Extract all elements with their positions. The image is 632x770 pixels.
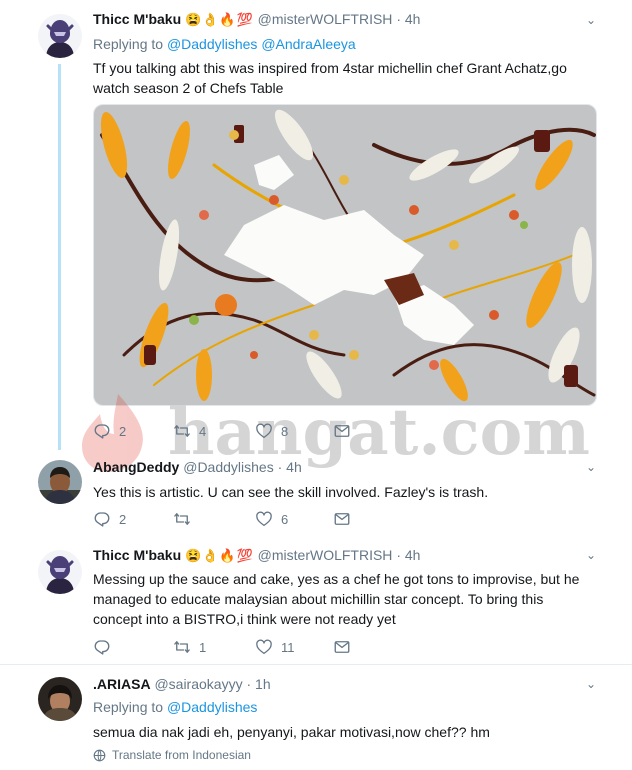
user-handle[interactable]: @Daddylishes [183, 459, 273, 475]
avatar-image [38, 550, 82, 594]
tweet-header: AbangDeddy @Daddylishes · 4h [93, 459, 302, 475]
caret-down-icon[interactable]: ⌄ [584, 460, 598, 474]
reply-button[interactable]: 2 [93, 422, 126, 440]
tweet-text: Tf you talking abt this was inspired fro… [93, 60, 567, 96]
reply-count: 2 [119, 423, 127, 439]
plated-dessert-image [94, 105, 596, 405]
dm-icon [333, 638, 351, 656]
replying-to: Replying to @Daddylishes [93, 699, 258, 715]
retweet-count: 4 [199, 423, 207, 439]
tweet-text: Yes this is artistic. U can see the skil… [93, 484, 489, 500]
tweet-header: .ARIASA @sairaokayyy · 1h [93, 676, 271, 692]
caret-down-icon[interactable]: ⌄ [584, 677, 598, 691]
timestamp[interactable]: 1h [255, 676, 271, 692]
reply-button[interactable]: 2 [93, 510, 126, 528]
display-name[interactable]: AbangDeddy [93, 459, 179, 475]
like-count: 8 [281, 423, 289, 439]
display-name[interactable]: Thicc M'baku [93, 11, 181, 27]
direct-message-button[interactable] [333, 422, 351, 440]
user-handle[interactable]: @misterWOLFTRISH [258, 11, 393, 27]
reply-icon [93, 510, 111, 528]
avatar[interactable] [38, 460, 82, 504]
avatar[interactable] [38, 550, 82, 594]
avatar-image [38, 460, 82, 504]
retweet-button[interactable] [173, 510, 199, 528]
tweet-header: Thicc M'baku 😫👌🔥💯 @misterWOLFTRISH · 4h [93, 547, 421, 563]
like-button[interactable]: 6 [255, 510, 288, 528]
replying-to: Replying to @Daddylishes @AndraAleeya [93, 36, 356, 52]
timestamp[interactable]: 4h [405, 11, 421, 27]
like-count: 6 [281, 511, 289, 527]
direct-message-button[interactable] [333, 638, 351, 656]
timestamp[interactable]: 4h [286, 459, 302, 475]
avatar-image [38, 14, 82, 58]
name-emojis: 😫👌🔥💯 [185, 12, 254, 27]
retweet-button[interactable]: 4 [173, 422, 206, 440]
reply-icon [93, 638, 111, 656]
tweet-3[interactable]: Thicc M'baku 😫👌🔥💯 @misterWOLFTRISH · 4h … [0, 538, 632, 664]
retweet-icon [173, 510, 191, 528]
translate-link[interactable]: Translate from Indonesian [93, 748, 596, 762]
retweet-button[interactable]: 1 [173, 638, 206, 656]
user-handle[interactable]: @sairaokayyy [154, 676, 242, 692]
tweet-photo[interactable] [93, 104, 597, 406]
display-name[interactable]: .ARIASA [93, 676, 151, 692]
retweet-icon [173, 422, 191, 440]
user-handle[interactable]: @misterWOLFTRISH [258, 547, 393, 563]
tweet-4[interactable]: .ARIASA @sairaokayyy · 1h Replying to @D… [0, 665, 632, 770]
heart-icon [255, 422, 273, 440]
thread-line [58, 64, 61, 450]
tweet-text: semua dia nak jadi eh, penyanyi, pakar m… [93, 724, 490, 740]
caret-down-icon[interactable]: ⌄ [584, 13, 598, 27]
tweet-header: Thicc M'baku 😫👌🔥💯 @misterWOLFTRISH · 4h [93, 11, 421, 27]
dm-icon [333, 510, 351, 528]
display-name[interactable]: Thicc M'baku [93, 547, 181, 563]
mention-link[interactable]: @Daddylishes [167, 36, 257, 52]
reply-count: 2 [119, 511, 127, 527]
tweet-2[interactable]: AbangDeddy @Daddylishes · 4h Yes this is… [0, 450, 632, 538]
avatar[interactable] [38, 14, 82, 58]
avatar-image [38, 677, 82, 721]
tweet-text: Messing up the sauce and cake, yes as a … [93, 571, 580, 627]
mention-link[interactable]: @Daddylishes [167, 699, 257, 715]
timestamp[interactable]: 4h [405, 547, 421, 563]
direct-message-button[interactable] [333, 510, 351, 528]
name-emojis: 😫👌🔥💯 [185, 548, 254, 563]
caret-down-icon[interactable]: ⌄ [584, 548, 598, 562]
dm-icon [333, 422, 351, 440]
like-button[interactable]: 11 [255, 638, 295, 656]
reply-button[interactable] [93, 638, 119, 656]
like-count: 11 [281, 639, 295, 655]
retweet-count: 1 [199, 639, 207, 655]
avatar[interactable] [38, 677, 82, 721]
heart-icon [255, 638, 273, 656]
like-button[interactable]: 8 [255, 422, 288, 440]
heart-icon [255, 510, 273, 528]
mention-link[interactable]: @AndraAleeya [261, 36, 355, 52]
retweet-icon [173, 638, 191, 656]
translate-label: Translate from Indonesian [112, 748, 251, 762]
reply-icon [93, 422, 111, 440]
globe-icon [93, 749, 106, 761]
tweet-1[interactable]: Thicc M'baku 😫👌🔥💯 @misterWOLFTRISH · 4h … [0, 0, 632, 472]
